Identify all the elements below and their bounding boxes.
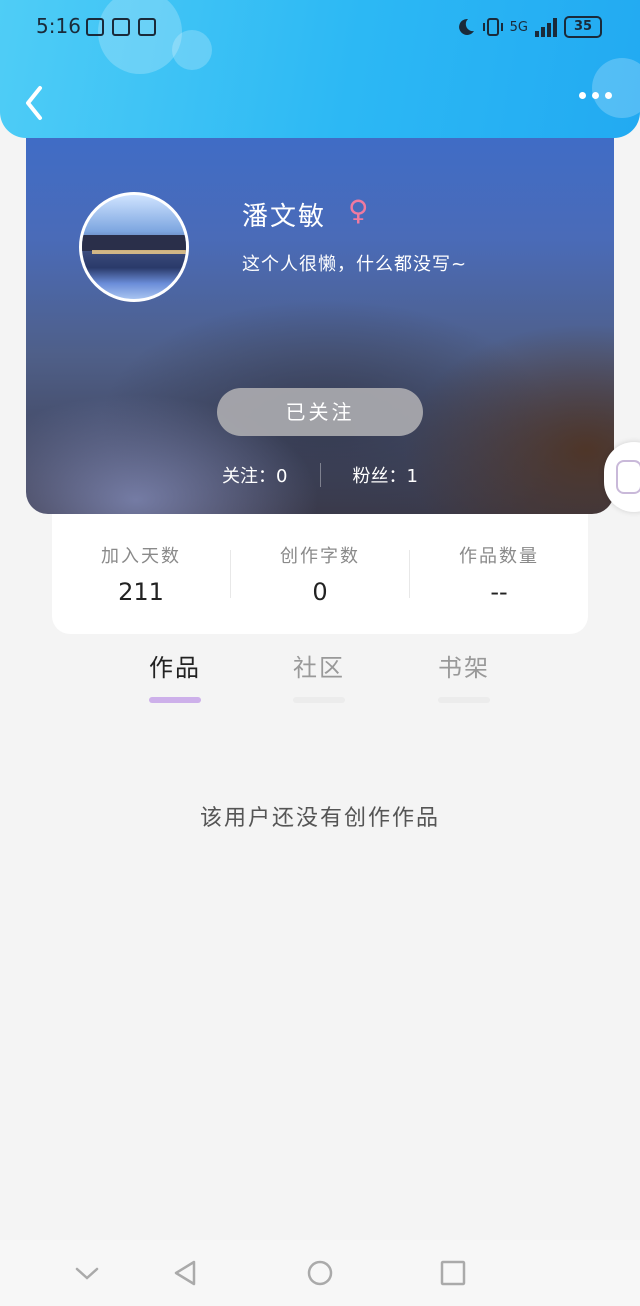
user-bio: 这个人很懒，什么都没写~ bbox=[242, 254, 468, 275]
tab-works[interactable]: 作品 bbox=[130, 648, 220, 703]
stat-label: 创作字数 bbox=[280, 546, 360, 567]
notification-icon bbox=[112, 18, 130, 36]
tab-label: 作品 bbox=[149, 654, 201, 682]
stat-value: -- bbox=[490, 578, 508, 606]
avatar[interactable] bbox=[79, 192, 189, 302]
stat-value: 0 bbox=[312, 578, 328, 606]
nav-home-icon[interactable] bbox=[305, 1258, 335, 1288]
moon-icon bbox=[458, 18, 474, 35]
tab-label: 社区 bbox=[293, 654, 345, 682]
follow-button[interactable]: 已关注 bbox=[217, 388, 423, 436]
tab-label: 书架 bbox=[438, 654, 490, 682]
nav-recents-icon[interactable] bbox=[438, 1258, 468, 1288]
battery-icon: 35 bbox=[564, 16, 602, 38]
back-button[interactable] bbox=[20, 84, 50, 122]
signal-icon bbox=[535, 18, 557, 37]
stats-card: 加入天数 211 创作字数 0 作品数量 -- bbox=[52, 514, 588, 634]
more-dot-icon bbox=[579, 92, 586, 99]
notification-icon bbox=[138, 18, 156, 36]
following-count[interactable]: 关注：0 bbox=[222, 462, 287, 488]
profile-header: 潘文敏 ♀ 这个人很懒，什么都没写~ 已关注 关注：0 粉丝：1 bbox=[26, 120, 614, 514]
user-name: 潘文敏 bbox=[242, 202, 327, 232]
vibrate-icon bbox=[482, 18, 503, 36]
network-type: 5G bbox=[509, 19, 528, 35]
empty-state-message: 该用户还没有创作作品 bbox=[199, 806, 440, 831]
divider bbox=[319, 463, 321, 487]
tab-bookshelf[interactable]: 书架 bbox=[419, 648, 509, 703]
followers-count[interactable]: 粉丝：1 bbox=[353, 462, 418, 488]
stat-join-days: 加入天数 211 bbox=[52, 542, 230, 606]
more-dot-icon bbox=[605, 92, 612, 99]
mascot-icon bbox=[616, 460, 640, 494]
more-button[interactable] bbox=[579, 92, 612, 99]
stat-value: 211 bbox=[118, 578, 164, 606]
more-dot-icon bbox=[592, 92, 599, 99]
tab-community[interactable]: 社区 bbox=[274, 648, 364, 703]
stat-label: 作品数量 bbox=[459, 546, 539, 567]
decor-bubble bbox=[592, 58, 640, 118]
nav-back-icon[interactable] bbox=[170, 1258, 200, 1288]
female-icon: ♀ bbox=[348, 194, 369, 227]
follow-counts: 关注：0 粉丝：1 bbox=[26, 462, 614, 488]
tab-indicator bbox=[438, 697, 490, 703]
chevron-down-icon[interactable] bbox=[72, 1258, 102, 1288]
status-time: 5:16 bbox=[36, 14, 81, 38]
top-app-bar: 5:16 5G 35 bbox=[0, 0, 640, 138]
notification-icon bbox=[86, 18, 104, 36]
stat-word-count: 创作字数 0 bbox=[231, 542, 409, 606]
status-icons: 5G 35 bbox=[456, 16, 602, 38]
tab-indicator bbox=[293, 697, 345, 703]
stat-works-count: 作品数量 -- bbox=[410, 542, 588, 606]
decor-bubble bbox=[98, 0, 182, 74]
tab-bar: 作品 社区 书架 bbox=[0, 648, 640, 712]
stat-label: 加入天数 bbox=[101, 546, 181, 567]
system-nav-bar bbox=[0, 1240, 640, 1306]
tab-indicator bbox=[149, 697, 201, 703]
decor-bubble bbox=[172, 30, 212, 70]
